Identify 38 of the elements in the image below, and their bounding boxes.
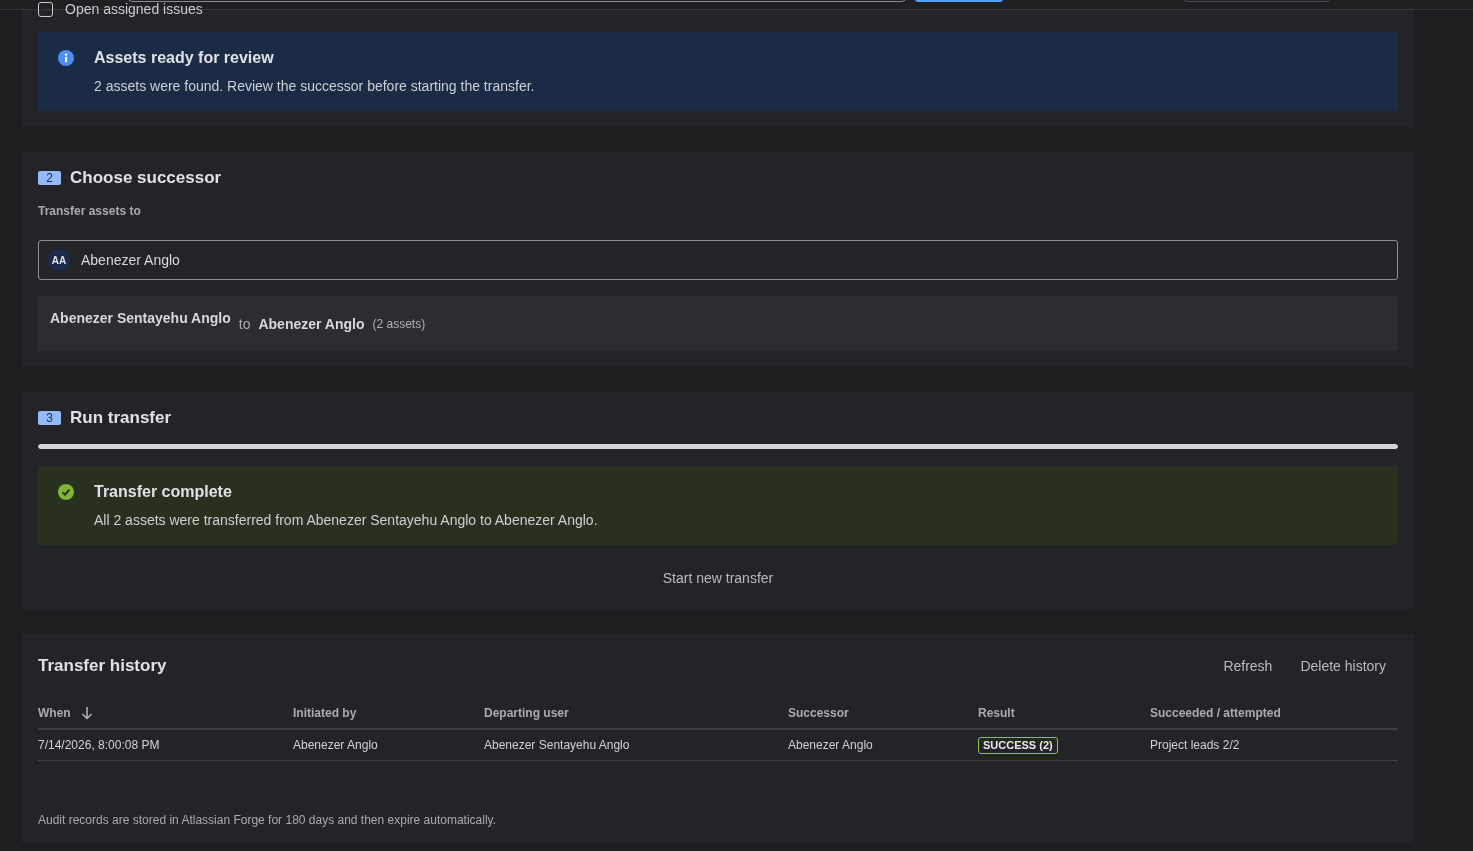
table-cell-text: 7/14/2026, 8:00:08 PM <box>38 738 160 752</box>
table-cell-text: Project leads 2/2 <box>1150 738 1240 752</box>
checkbox-label: Open assigned issues <box>65 1 203 17</box>
table-cell-text: Abenezer Anglo <box>293 738 378 752</box>
history-action-button[interactable]: Delete history <box>1288 650 1398 682</box>
column-header: Departing user <box>484 705 569 720</box>
footnote-text: Audit records are stored in Atlassian Forge for 180 days and then expire automatically. <box>38 813 498 827</box>
column-header: Result <box>978 705 1015 720</box>
checkbox[interactable] <box>38 2 53 17</box>
asset-count: (2 assets) <box>372 316 426 331</box>
joiner-text: to <box>238 315 251 332</box>
info-icon <box>58 50 74 66</box>
selected-user-name: Abenezer Anglo <box>81 252 180 268</box>
column-header: Initiated by <box>293 705 357 720</box>
column-header: When <box>38 705 71 720</box>
table-cell-text: Abenezer Anglo <box>788 738 873 752</box>
history-action-button[interactable]: Refresh <box>1211 650 1285 682</box>
check-circle-icon <box>58 484 74 500</box>
start-new-transfer-button[interactable]: Start new transfer <box>650 560 786 596</box>
section-title: Choose successor <box>70 168 222 188</box>
step-number-badge: 2 <box>38 171 61 185</box>
field-label: Transfer assets to <box>38 204 142 218</box>
banner-message: All 2 assets were transferred from Abenezer Sentayehu Anglo to Abenezer Anglo. <box>94 511 598 530</box>
status-badge: SUCCESS (2) <box>978 736 1058 754</box>
table-cell-text: Abenezer Sentayehu Anglo <box>484 738 630 752</box>
section-title: Transfer history <box>38 656 167 676</box>
column-header: Successor <box>788 705 849 720</box>
user-select-field[interactable]: AA Abenezer Anglo <box>38 240 1398 280</box>
section-title: Run transfer <box>70 408 172 428</box>
banner-title: Transfer complete <box>94 482 233 502</box>
banner-title: Assets ready for review <box>94 48 275 68</box>
banner-message: 2 assets were found. Review the successor before starting the transfer. <box>94 77 535 96</box>
departing-user-name: Abenezer Sentayehu Anglo <box>50 309 231 326</box>
arrow-down-icon[interactable] <box>80 705 93 720</box>
avatar: AA <box>48 249 70 271</box>
successor-name: Abenezer Anglo <box>258 315 365 332</box>
step-number-badge: 3 <box>38 411 61 425</box>
column-header: Succeeded / attempted <box>1150 705 1281 720</box>
